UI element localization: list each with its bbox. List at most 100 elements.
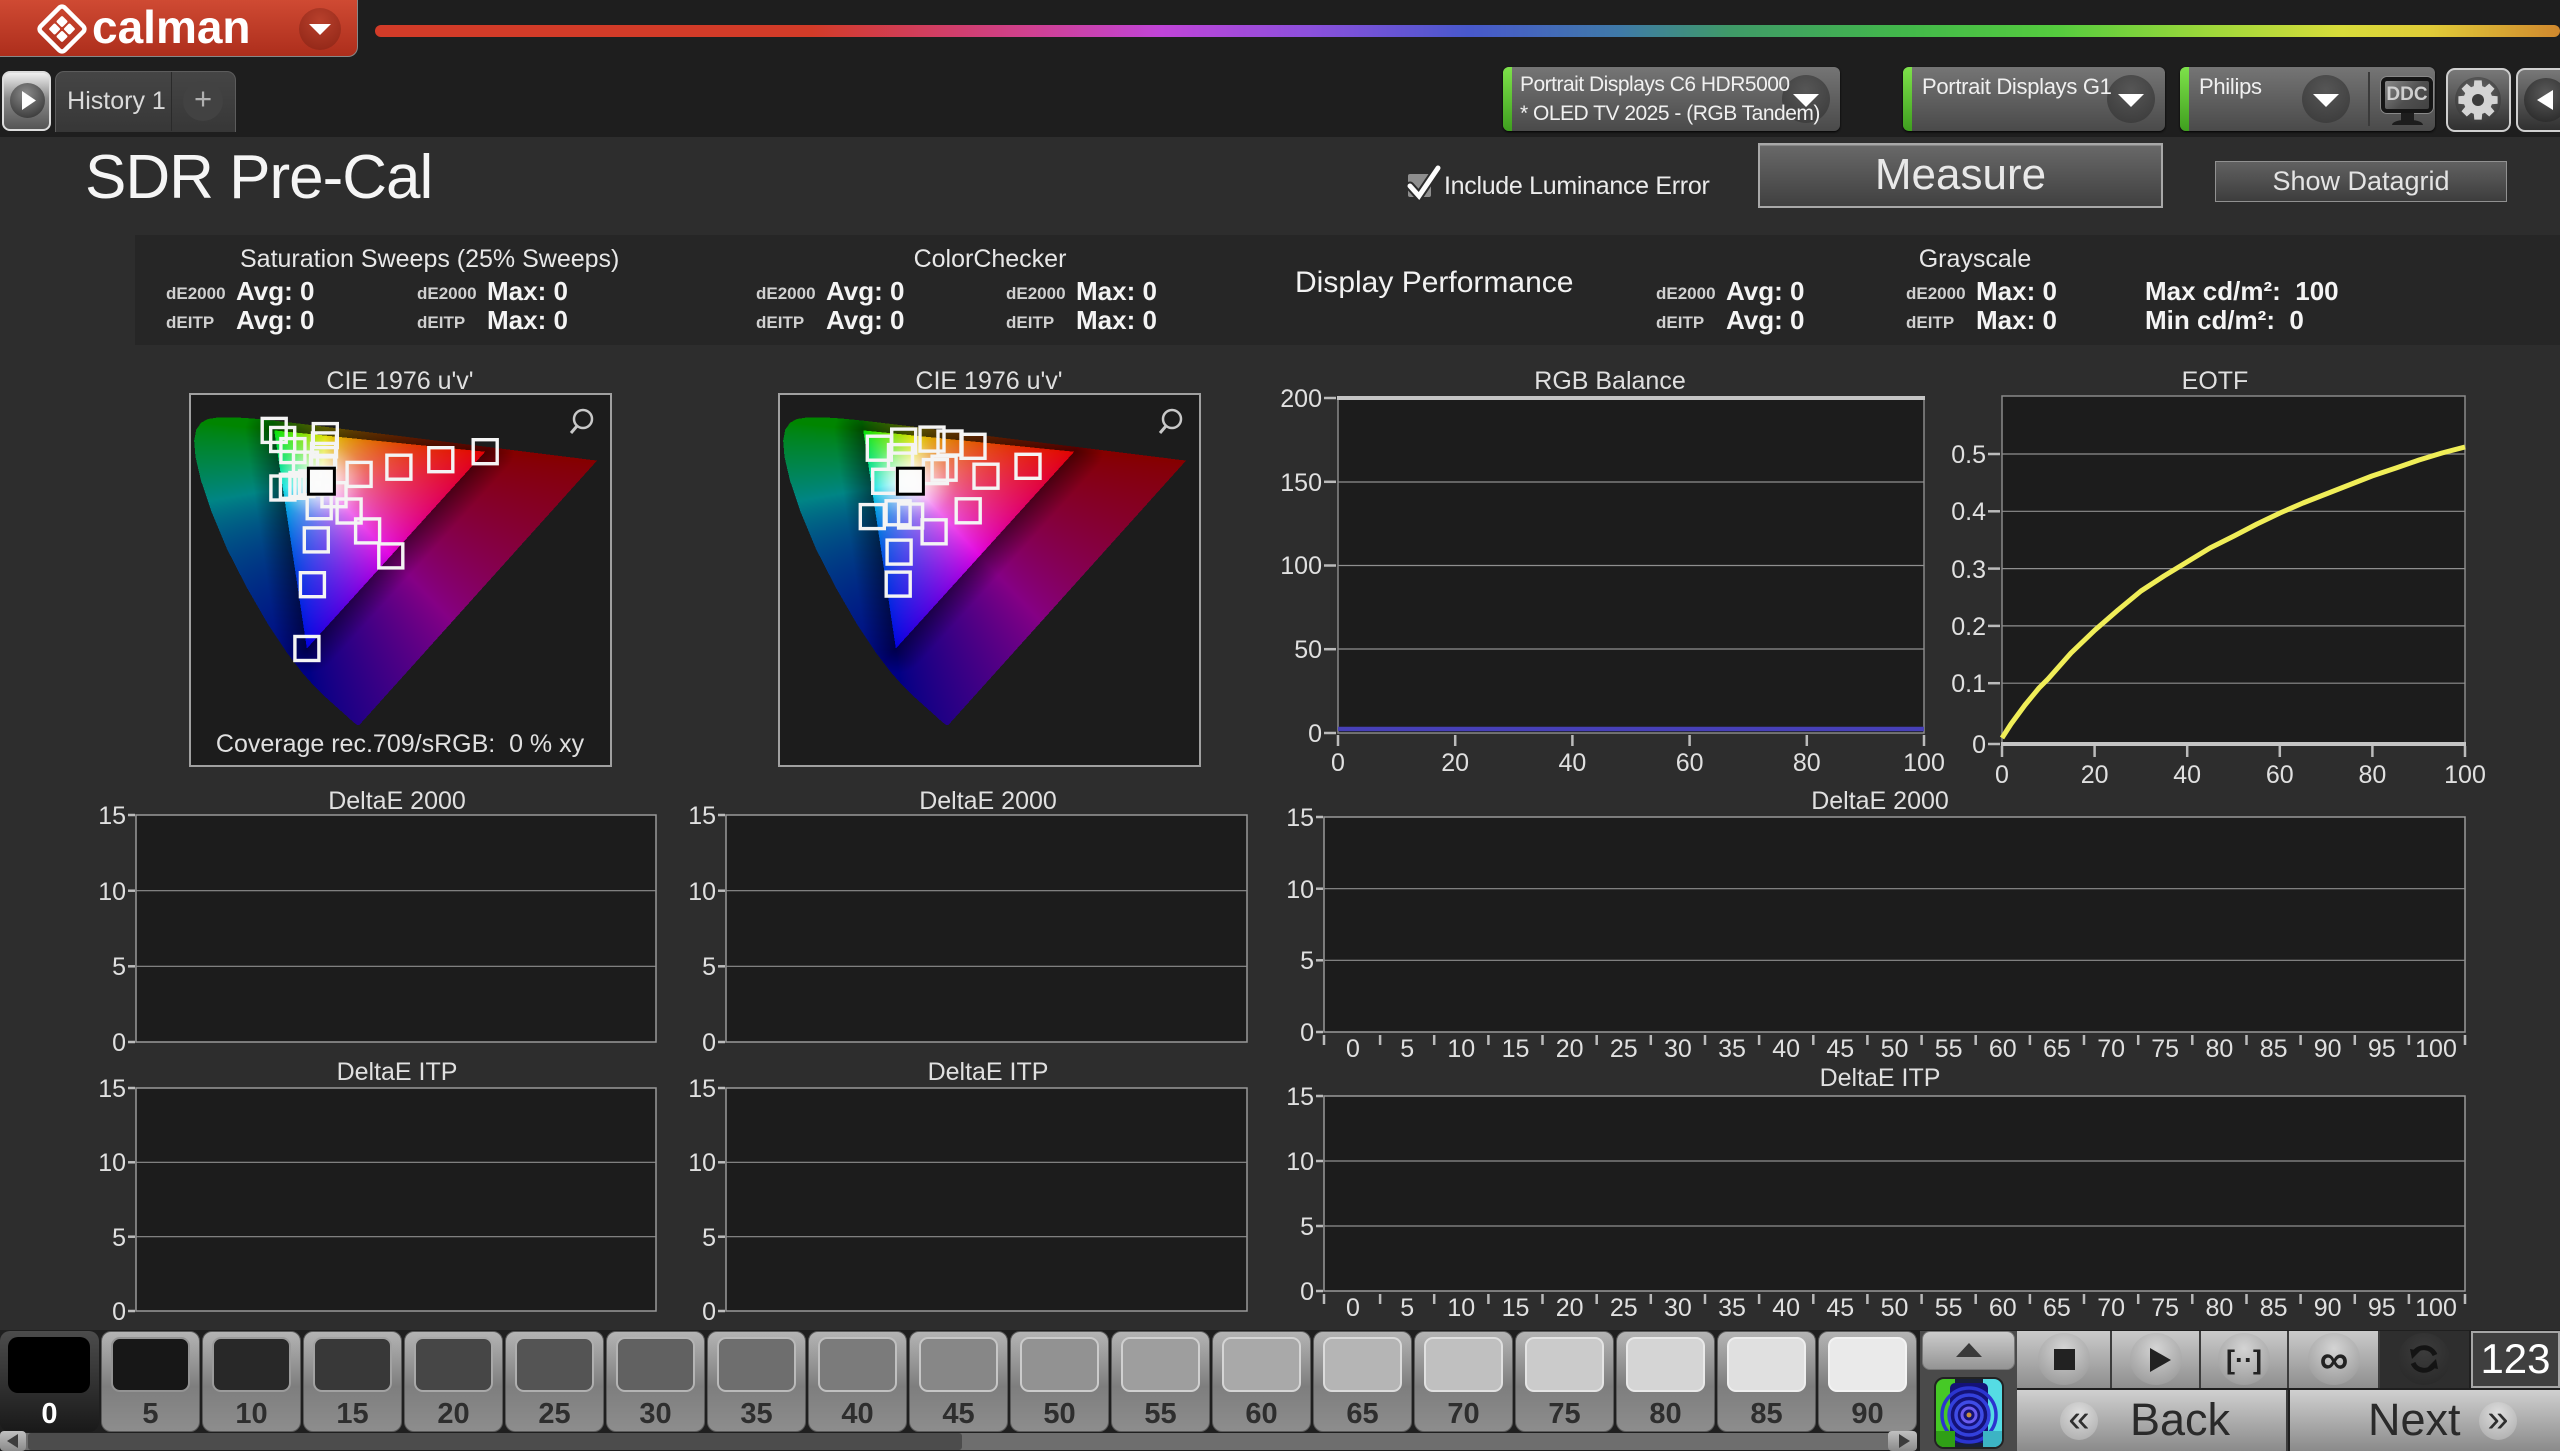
svg-text:50: 50 (1881, 1035, 1909, 1063)
svg-text:40: 40 (1772, 1035, 1800, 1063)
svg-text:5: 5 (702, 1224, 716, 1252)
svg-text:15: 15 (688, 802, 716, 830)
svg-text:80: 80 (2205, 1294, 2233, 1322)
svg-text:0: 0 (702, 1298, 716, 1326)
svg-text:5: 5 (1300, 947, 1314, 975)
svg-text:0: 0 (1346, 1294, 1360, 1322)
svg-text:15: 15 (688, 1075, 716, 1103)
svg-text:85: 85 (2260, 1035, 2288, 1063)
svg-text:0: 0 (702, 1029, 716, 1057)
svg-text:DeltaE 2000: DeltaE 2000 (1811, 787, 1949, 815)
svg-text:5: 5 (112, 953, 126, 981)
svg-text:60: 60 (2266, 761, 2294, 789)
svg-text:40: 40 (2173, 761, 2201, 789)
svg-text:10: 10 (688, 1149, 716, 1177)
svg-text:5: 5 (112, 1224, 126, 1252)
svg-text:15: 15 (1286, 1083, 1314, 1111)
svg-text:5: 5 (702, 953, 716, 981)
svg-text:DeltaE ITP: DeltaE ITP (1820, 1064, 1941, 1092)
svg-text:DeltaE ITP: DeltaE ITP (337, 1058, 458, 1086)
svg-text:70: 70 (2097, 1294, 2125, 1322)
svg-text:40: 40 (1558, 749, 1586, 777)
svg-text:0.5: 0.5 (1951, 441, 1986, 469)
svg-text:CIE 1976 u'v': CIE 1976 u'v' (326, 367, 473, 395)
svg-text:20: 20 (1556, 1035, 1584, 1063)
svg-text:RGB Balance: RGB Balance (1534, 367, 1685, 395)
svg-text:10: 10 (1447, 1294, 1475, 1322)
svg-text:95: 95 (2368, 1294, 2396, 1322)
svg-text:75: 75 (2151, 1035, 2179, 1063)
svg-text:0: 0 (1346, 1035, 1360, 1063)
svg-text:20: 20 (1441, 749, 1469, 777)
svg-text:35: 35 (1718, 1294, 1746, 1322)
svg-text:15: 15 (1502, 1294, 1530, 1322)
svg-text:80: 80 (2358, 761, 2386, 789)
svg-text:75: 75 (2151, 1294, 2179, 1322)
svg-text:20: 20 (2081, 761, 2109, 789)
svg-text:80: 80 (1793, 749, 1821, 777)
svg-text:70: 70 (2097, 1035, 2125, 1063)
svg-text:15: 15 (98, 1075, 126, 1103)
svg-text:90: 90 (2314, 1035, 2342, 1063)
svg-text:5: 5 (1300, 1213, 1314, 1241)
svg-text:80: 80 (2205, 1035, 2233, 1063)
svg-text:45: 45 (1826, 1035, 1854, 1063)
svg-text:60: 60 (1676, 749, 1704, 777)
svg-text:100: 100 (2415, 1035, 2457, 1063)
svg-text:0.2: 0.2 (1951, 613, 1986, 641)
svg-text:85: 85 (2260, 1294, 2288, 1322)
svg-text:65: 65 (2043, 1294, 2071, 1322)
svg-text:15: 15 (1502, 1035, 1530, 1063)
svg-text:100: 100 (2444, 761, 2486, 789)
svg-text:10: 10 (1447, 1035, 1475, 1063)
svg-text:55: 55 (1935, 1035, 1963, 1063)
svg-text:30: 30 (1664, 1035, 1692, 1063)
svg-text:0: 0 (1300, 1019, 1314, 1047)
svg-text:100: 100 (1903, 749, 1945, 777)
svg-text:DeltaE 2000: DeltaE 2000 (328, 787, 466, 815)
svg-text:0.4: 0.4 (1951, 498, 1986, 526)
svg-text:0: 0 (1308, 720, 1322, 748)
svg-text:15: 15 (1286, 804, 1314, 832)
svg-text:10: 10 (688, 878, 716, 906)
svg-text:55: 55 (1935, 1294, 1963, 1322)
svg-text:5: 5 (1400, 1294, 1414, 1322)
svg-text:Coverage rec.709/sRGB: 0 % xy: Coverage rec.709/sRGB: 0 % xy (216, 730, 585, 758)
svg-text:0: 0 (1995, 761, 2009, 789)
svg-text:CIE 1976 u'v': CIE 1976 u'v' (915, 367, 1062, 395)
svg-text:45: 45 (1826, 1294, 1854, 1322)
svg-text:DeltaE ITP: DeltaE ITP (928, 1058, 1049, 1086)
svg-text:0: 0 (1300, 1278, 1314, 1306)
svg-text:150: 150 (1280, 469, 1322, 497)
svg-text:60: 60 (1989, 1035, 2017, 1063)
svg-text:0.1: 0.1 (1951, 670, 1986, 698)
svg-text:0: 0 (1972, 731, 1986, 759)
svg-text:30: 30 (1664, 1294, 1692, 1322)
svg-text:40: 40 (1772, 1294, 1800, 1322)
svg-text:100: 100 (1280, 552, 1322, 580)
svg-text:0: 0 (1331, 749, 1345, 777)
svg-text:10: 10 (1286, 876, 1314, 904)
svg-text:200: 200 (1280, 385, 1322, 413)
svg-text:10: 10 (98, 878, 126, 906)
svg-text:100: 100 (2415, 1294, 2457, 1322)
svg-text:50: 50 (1294, 636, 1322, 664)
svg-text:5: 5 (1400, 1035, 1414, 1063)
svg-text:50: 50 (1881, 1294, 1909, 1322)
svg-text:0: 0 (112, 1029, 126, 1057)
svg-text:35: 35 (1718, 1035, 1746, 1063)
svg-text:20: 20 (1556, 1294, 1584, 1322)
svg-text:0.3: 0.3 (1951, 556, 1986, 584)
svg-text:60: 60 (1989, 1294, 2017, 1322)
svg-text:15: 15 (98, 802, 126, 830)
svg-text:65: 65 (2043, 1035, 2071, 1063)
svg-text:DeltaE 2000: DeltaE 2000 (919, 787, 1057, 815)
svg-text:0: 0 (112, 1298, 126, 1326)
svg-text:10: 10 (98, 1149, 126, 1177)
svg-text:95: 95 (2368, 1035, 2396, 1063)
svg-text:25: 25 (1610, 1294, 1638, 1322)
svg-text:25: 25 (1610, 1035, 1638, 1063)
svg-text:90: 90 (2314, 1294, 2342, 1322)
svg-text:10: 10 (1286, 1148, 1314, 1176)
svg-text:EOTF: EOTF (2182, 367, 2249, 395)
